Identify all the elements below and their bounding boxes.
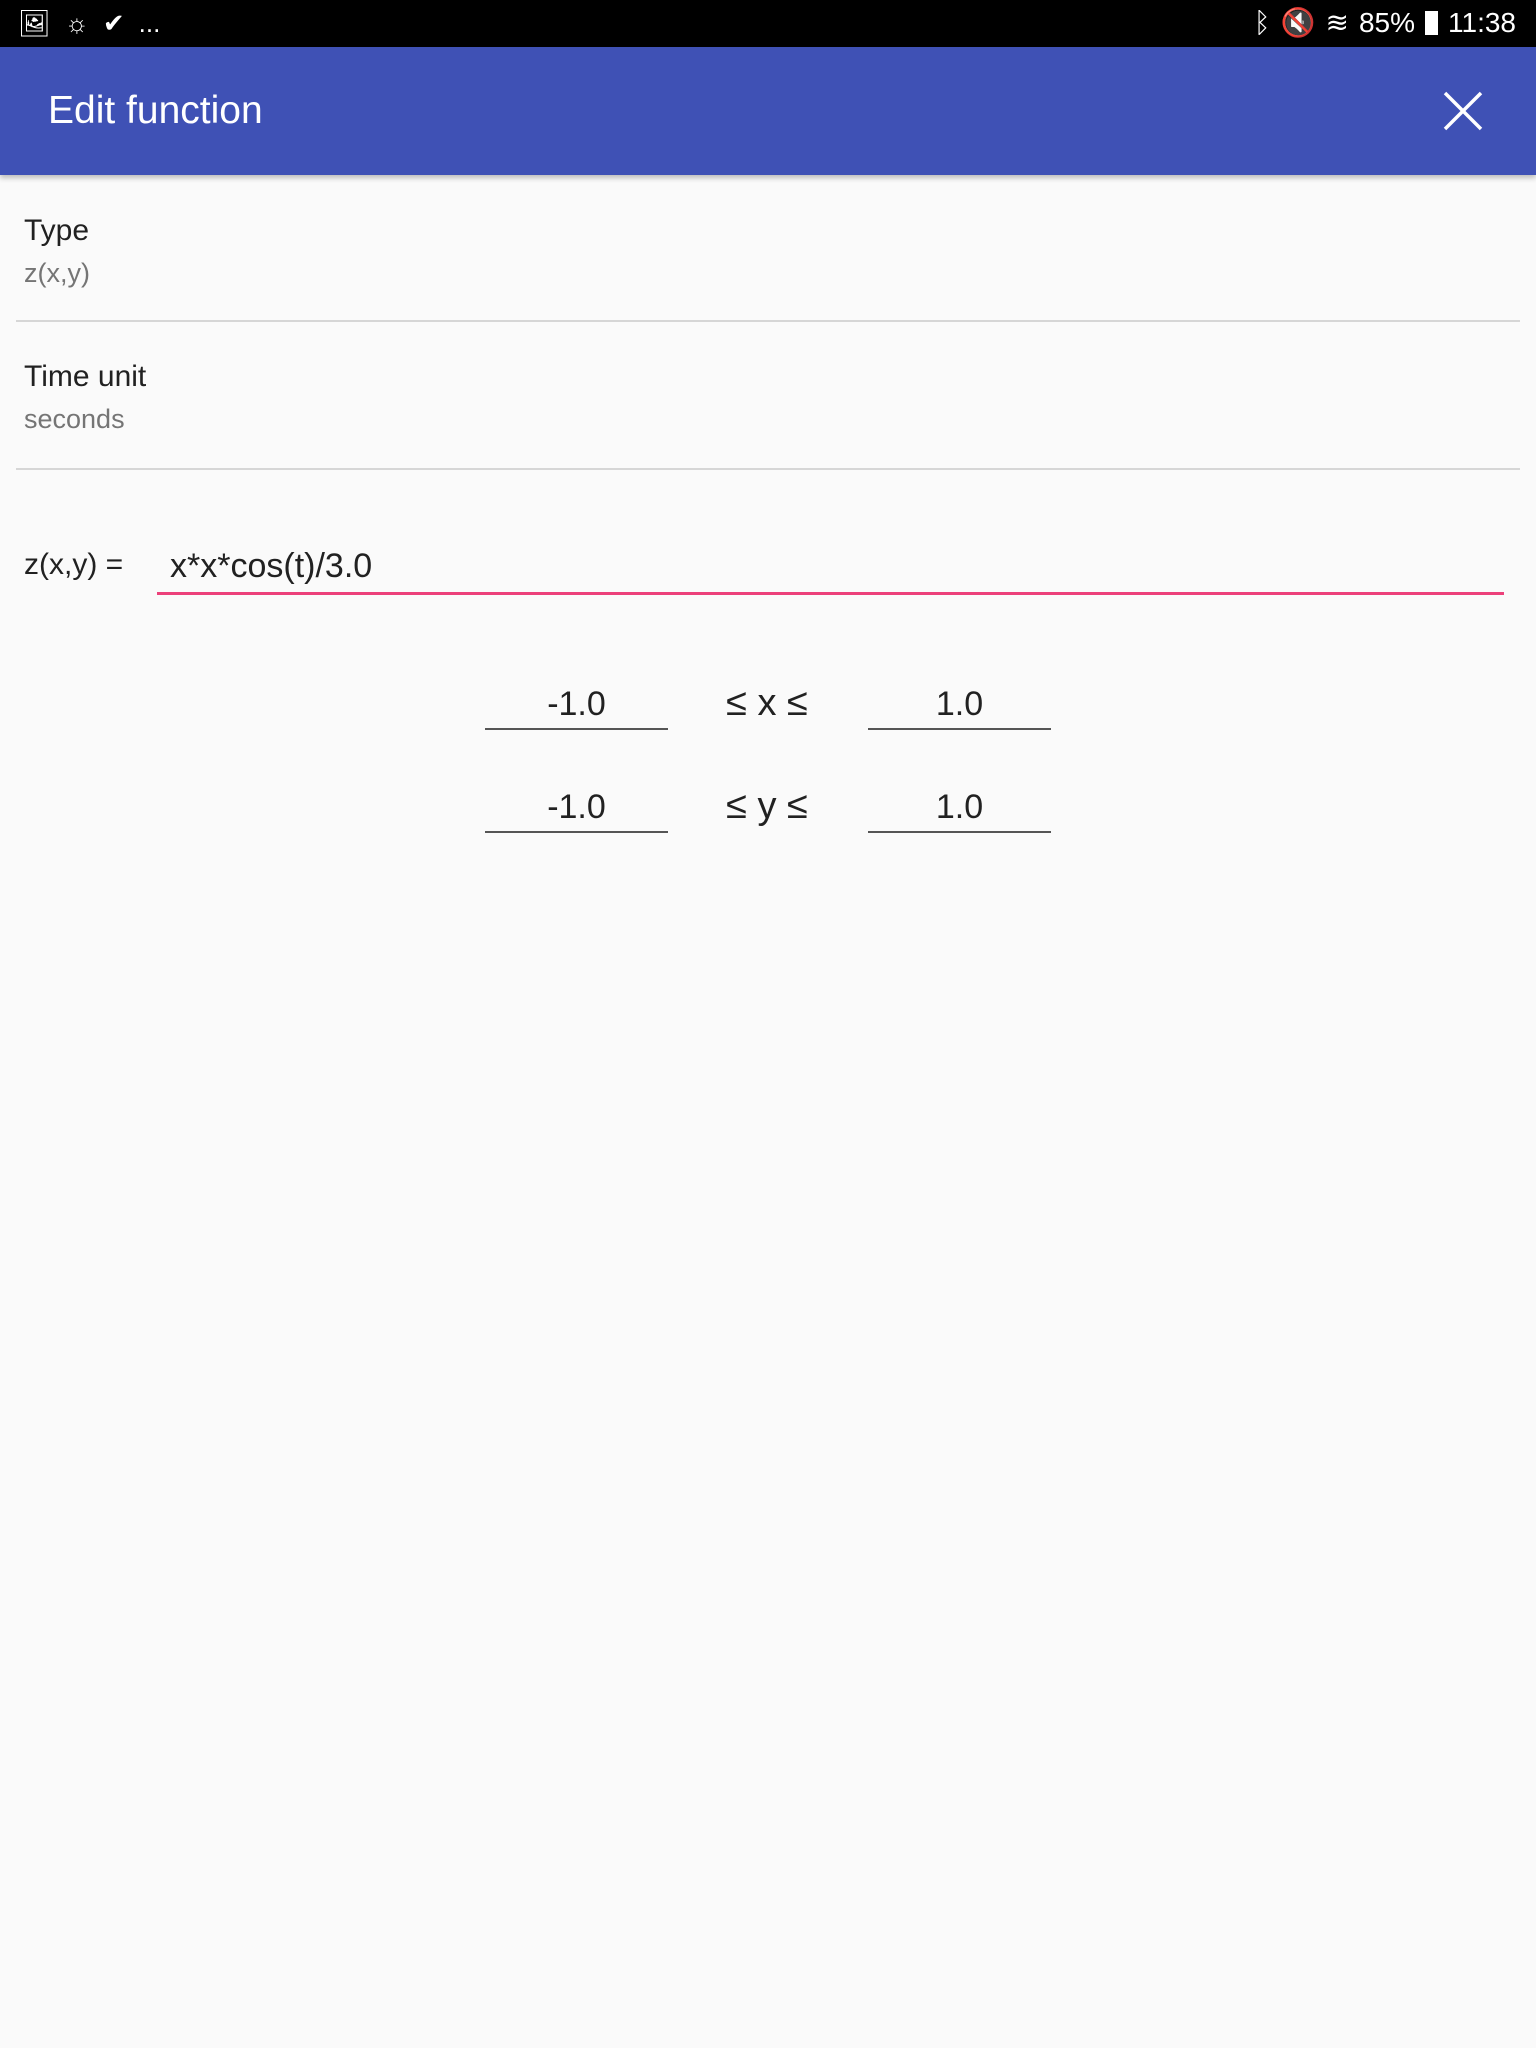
time-unit-label: Time unit xyxy=(24,360,147,393)
status-bar: 🖼 ☼ ✔ ... ᛒ 🔇 ≋ 85% 11:38 xyxy=(0,0,1536,47)
type-label: Type xyxy=(24,214,90,247)
x-max-input[interactable] xyxy=(868,680,1051,730)
y-relation-label: ≤ y ≤ xyxy=(726,785,808,827)
mute-icon: 🔇 xyxy=(1280,7,1316,38)
page-title: Edit function xyxy=(48,89,263,132)
y-min-input[interactable] xyxy=(485,783,668,833)
checklist-icon: ✔ xyxy=(102,8,125,38)
weather-icon: ☼ xyxy=(65,8,89,38)
type-value: z(x,y) xyxy=(24,258,90,288)
x-relation-label: ≤ x ≤ xyxy=(726,682,808,724)
battery-icon xyxy=(1425,10,1438,35)
time-unit-value: seconds xyxy=(24,404,125,434)
image-icon: 🖼 xyxy=(18,8,52,38)
time-unit-setting[interactable]: Time unit seconds xyxy=(24,360,146,435)
clock: 11:38 xyxy=(1448,6,1516,38)
battery-percent: 85% xyxy=(1358,6,1415,38)
app-bar: Edit function xyxy=(0,47,1536,175)
type-setting[interactable]: Type z(x,y) xyxy=(24,214,90,289)
function-input[interactable] xyxy=(157,540,1504,595)
divider xyxy=(16,468,1520,470)
more-notifications-icon: ... xyxy=(138,8,161,38)
bluetooth-icon: ᛒ xyxy=(1253,6,1271,38)
x-min-input[interactable] xyxy=(485,680,668,730)
wifi-icon: ≋ xyxy=(1325,7,1349,38)
function-label: z(x,y) = xyxy=(24,548,124,581)
divider xyxy=(16,320,1520,322)
y-max-input[interactable] xyxy=(868,783,1051,833)
close-icon[interactable] xyxy=(1442,90,1484,132)
